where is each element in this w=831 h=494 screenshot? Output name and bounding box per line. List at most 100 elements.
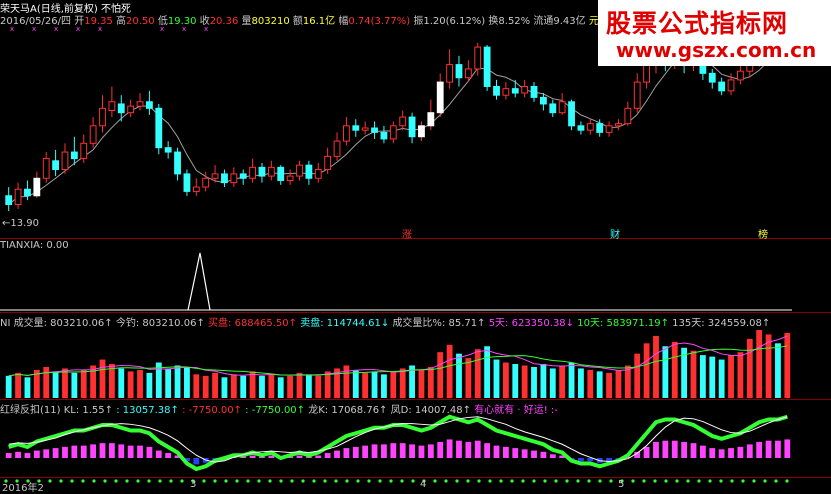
tianxia-value: : 0.00 [39,240,69,251]
volume-bar-down [118,368,125,398]
bottom-signal-dot [48,479,52,483]
volume-bar-up [137,369,143,398]
bottom-signal-dot [59,479,63,483]
quote-amount-label: 额 [292,16,303,27]
indicator-bar-pos [324,453,331,458]
indicator-bar-pos [352,446,359,458]
volume-bar-up [62,368,68,398]
indicator-bar-pos [474,440,481,458]
candle-down [145,101,153,109]
bottom-signal-dot [290,479,294,483]
candle-up [324,155,332,171]
volume-bar-up [249,371,256,398]
candle-up [202,177,210,188]
indicator-bar-pos [315,455,322,458]
candle-down [221,173,228,184]
event-marker-bang[interactable]: 榜 [758,226,768,241]
bottom-signal-dot [708,479,712,483]
indicator-bar-pos [709,448,716,458]
event-marker-cai[interactable]: 财 [610,226,620,241]
volume-bar-down [540,364,547,398]
volume-bar-down [165,368,172,398]
volume-bar-down [531,366,537,398]
event-marker-zhang[interactable]: 涨 [402,226,412,241]
bottom-signal-dot [147,479,151,483]
indicator-bar-pos [381,444,387,458]
bottom-signal-dot [598,479,602,483]
indicator-bar-pos [427,444,434,458]
bottom-signal-dot [444,479,448,483]
indicator-bar-pos [137,445,143,458]
volume-bar-up [653,335,659,398]
candle-up [296,164,303,177]
indicator-bar-pos [296,455,303,458]
ind-item-green: : -7750.00↑ [245,405,306,416]
candle-up [615,123,622,127]
volume-bar-down [174,365,181,398]
indicator-bar-pos [643,446,650,458]
ind-item-cyan: : 13057.38↑ [116,405,179,416]
volume-bar-up [615,369,622,398]
watermark-url: www.gszx.com.cn [616,38,817,62]
volume-ma5-line [8,335,788,377]
volume-bar-up [230,374,237,398]
candle-up [436,81,444,114]
volume-bar-up [634,353,641,398]
candle-up [521,85,529,94]
indicator-legend: 红绿反扣(11) KL: 1.55↑ : 13057.38↑ : -7750.0… [0,401,558,416]
bottom-signal-dot [158,479,162,483]
candle-down [52,160,60,171]
volume-bar-up [437,352,444,398]
volume-bar-up [521,365,528,398]
candle-up [736,70,744,81]
candle-up [427,112,435,127]
volume-bar-down [484,346,491,398]
volume-bar-up [690,350,697,398]
volume-bar-up [559,365,566,398]
candle-up [558,101,566,114]
indicator-bar-pos [681,441,688,458]
bottom-signal-dot [312,479,316,483]
indicator-bar-pos [5,453,12,458]
bottom-signal-dot [631,479,635,483]
candle-up [42,158,50,179]
vol-item-buy: 买盘: 688465.50↑ [208,318,298,329]
candle-down [174,151,181,175]
quote-float: 9.43亿 [553,16,586,27]
candle-down [117,103,125,114]
bottom-signal-dot [543,479,547,483]
bottom-signal-dot [510,479,514,483]
volume-bar-down [662,346,669,398]
bottom-signal-dot [488,479,492,483]
volume-bar-up [202,375,209,398]
volume-bar-down [352,369,359,398]
bottom-signal-dot [81,479,85,483]
candle-down [239,173,247,179]
bottom-signal-dot [741,479,745,483]
bottom-signal-dot [213,479,217,483]
bottom-signal-dot [257,479,261,483]
candle-down [70,151,78,160]
bottom-signal-dot [114,479,118,483]
indicator-bar-pos [671,440,678,458]
candle-down [708,72,716,83]
candle-up [314,169,322,179]
bottom-signal-dot [697,479,701,483]
quote-change: 0.74(3.77%) [348,16,411,27]
vol-item-ma5: 5天: 623350.38↓ [488,318,575,329]
indicator-bar-pos [118,444,125,458]
indicator-bar-pos [71,445,78,458]
candle-up [230,173,238,184]
quote-close-label: 收 [199,16,210,27]
candle-down [718,81,726,92]
indicator-bar-pos [653,441,659,458]
kline-chart-canvas[interactable]: xxxxxxxx [0,0,831,490]
bottom-signal-dot [774,479,778,483]
bottom-signal-dot [92,479,96,483]
quote-high: 20.50 [126,16,155,27]
volume-bar-up [324,371,331,398]
candle-up [33,177,41,197]
candle-down [408,116,416,138]
candle-down [305,164,313,179]
vol-item-ma135: 135天: 324559.08↑ [672,318,771,329]
